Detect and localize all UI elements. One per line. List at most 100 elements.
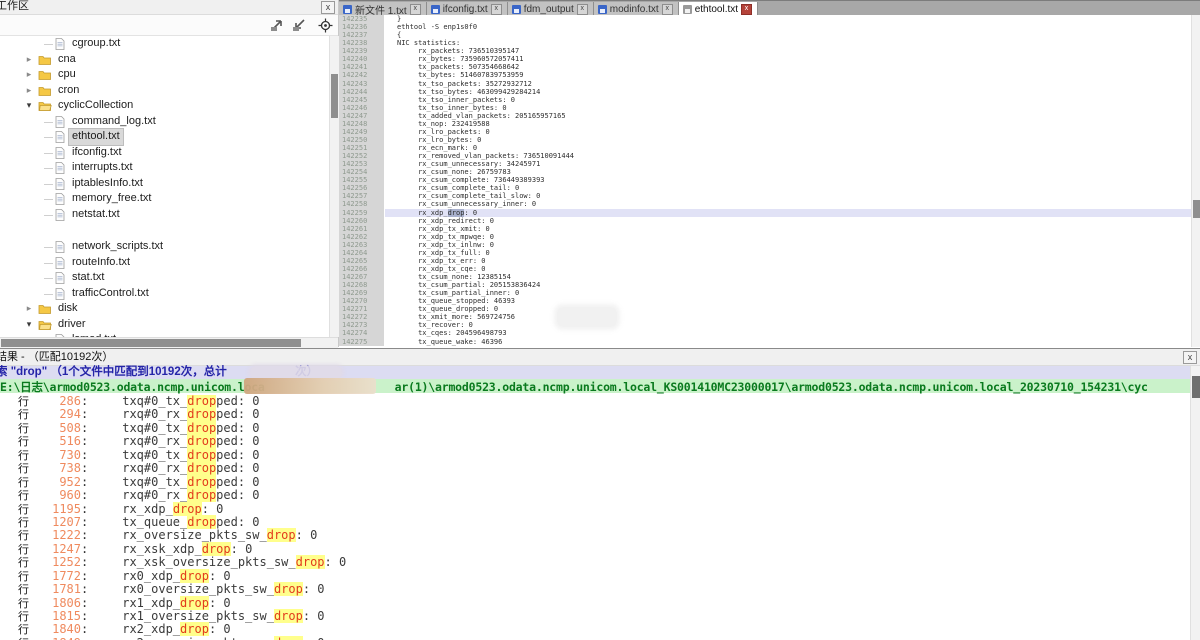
line-number: 142268 — [339, 281, 384, 289]
result-row-line-1247[interactable]: 行1247:rx_xsk_xdp_drop: 0 — [0, 543, 1200, 556]
tab-ifconfig-txt[interactable]: ifconfig.txtx — [427, 2, 508, 16]
tab-close-icon[interactable]: x — [741, 4, 752, 15]
result-row-line-1781[interactable]: 行1781:rx0_oversize_pkts_sw_drop: 0 — [0, 583, 1200, 596]
tree-item-label: disk — [55, 301, 81, 317]
result-row-line-294[interactable]: 行294:rxq#0_rx_dropped: 0 — [0, 408, 1200, 421]
tab-modinfo-txt[interactable]: modinfo.txtx — [594, 2, 679, 16]
result-row-line-1815[interactable]: 行1815:rx1_oversize_pkts_sw_drop: 0 — [0, 610, 1200, 623]
tree-item-cna[interactable]: ▸cna — [0, 52, 328, 68]
code-line: 142247 tx_added_vlan_packets: 2051659571… — [339, 112, 1191, 120]
result-text: rx_xsk_xdp_drop: 0 — [122, 543, 252, 556]
result-file-path-line[interactable]: E:\日志\armod0523.odata.ncmp.unicom.locaar… — [0, 379, 1200, 393]
result-row-line-738[interactable]: 行738:rxq#0_rx_dropped: 0 — [0, 462, 1200, 475]
editor-code-area[interactable]: 142235}142236ethtool -S enp1s0f0142237{1… — [339, 15, 1191, 347]
tab-fdm-output[interactable]: fdm_outputx — [508, 2, 594, 16]
tab--1-txt[interactable]: 新文件 1.txtx — [339, 2, 427, 16]
line-number: 142256 — [339, 184, 384, 192]
code-line: 142263 rx_xdp_tx_inlnw: 0 — [339, 241, 1191, 249]
code-line: 142242 tx_bytes: 514607839753959 — [339, 71, 1191, 79]
result-row-line-286[interactable]: 行286:txq#0_tx_dropped: 0 — [0, 395, 1200, 408]
results-close-button[interactable]: x — [1183, 351, 1197, 364]
result-row-line-730[interactable]: 行730:txq#0_tx_dropped: 0 — [0, 449, 1200, 462]
editor-vertical-scrollbar-thumb[interactable] — [1193, 200, 1200, 218]
tree-vertical-scrollbar-thumb[interactable] — [331, 74, 338, 118]
tree-item-cgroup-txt[interactable]: cgroup.txt — [0, 36, 328, 52]
code-line: 142262 rx_xdp_tx_mpwqe: 0 — [339, 233, 1191, 241]
code-line: 142235} — [339, 15, 1191, 23]
code-line: 142268 tx_csum_partial: 205153836424 — [339, 281, 1191, 289]
tree-vertical-scrollbar[interactable] — [329, 36, 339, 337]
tree-item-label: trafficControl.txt — [69, 286, 152, 302]
tab-ethtool-txt[interactable]: ethtool.txtx — [679, 2, 758, 16]
chevron-right-icon[interactable]: ▸ — [24, 301, 34, 317]
line-text: tx_tso_bytes: 463099429284214 — [384, 88, 540, 96]
tree-item-driver[interactable]: ▾driver — [0, 317, 328, 333]
tab-close-icon[interactable]: x — [410, 4, 421, 15]
tree-item-cron[interactable]: ▸cron — [0, 83, 328, 99]
locate-file-icon[interactable] — [318, 18, 334, 32]
folder-icon — [38, 54, 52, 66]
tree-guide-line — [44, 184, 53, 185]
tree-item-stat-txt[interactable]: stat.txt — [0, 270, 328, 286]
result-row-line-1207[interactable]: 行1207:tx_queue_dropped: 0 — [0, 516, 1200, 529]
tree-item-routeinfo-txt[interactable]: routeInfo.txt — [0, 255, 328, 271]
tree-item-netstat-txt[interactable]: netstat.txt — [0, 207, 328, 223]
code-line: 142266 rx_xdp_tx_cqe: 0 — [339, 265, 1191, 273]
tree-item-ifconfig-txt[interactable]: ifconfig.txt — [0, 145, 328, 161]
workspace-close-button[interactable]: x — [321, 1, 335, 14]
chevron-right-icon[interactable]: ▸ — [24, 83, 34, 99]
tree-item-cycliccollection[interactable]: ▾cyclicCollection — [0, 98, 328, 114]
result-row-line-1222[interactable]: 行1222:rx_oversize_pkts_sw_drop: 0 — [0, 529, 1200, 542]
line-text: tx_csum_none: 12385154 — [384, 273, 511, 281]
chevron-right-icon[interactable]: ▸ — [24, 52, 34, 68]
tree-horizontal-scrollbar-thumb[interactable] — [1, 339, 301, 347]
tree-item-iptablesinfo-txt[interactable]: iptablesInfo.txt — [0, 176, 328, 192]
tab-close-icon[interactable]: x — [491, 4, 502, 15]
line-number: 142260 — [339, 217, 384, 225]
tree-item-trafficcontrol-txt[interactable]: trafficControl.txt — [0, 286, 328, 302]
tree-item-memory-free-txt[interactable]: memory_free.txt — [0, 191, 328, 207]
tree-item-network-scripts-txt[interactable]: network_scripts.txt — [0, 239, 328, 255]
result-row-line-1195[interactable]: 行1195:rx_xdp_drop: 0 — [0, 503, 1200, 516]
collapse-all-icon[interactable] — [292, 18, 308, 32]
result-row-line-1806[interactable]: 行1806:rx1_xdp_drop: 0 — [0, 597, 1200, 610]
result-row-line-1252[interactable]: 行1252:rx_xsk_oversize_pkts_sw_drop: 0 — [0, 556, 1200, 569]
match-highlight: drop — [187, 395, 216, 408]
result-colon: : — [81, 569, 88, 583]
tree-item-command-log-txt[interactable]: command_log.txt — [0, 114, 328, 130]
chevron-down-icon[interactable]: ▾ — [24, 317, 34, 333]
line-number: 142274 — [339, 329, 384, 337]
tree-horizontal-scrollbar[interactable] — [0, 337, 338, 348]
tree-item-disk[interactable]: ▸ disk — [0, 301, 328, 317]
row-prefix: 行 — [18, 489, 29, 502]
result-row-line-516[interactable]: 行516:rxq#0_rx_dropped: 0 — [0, 435, 1200, 448]
tab-close-icon[interactable]: x — [662, 4, 673, 15]
chevron-down-icon[interactable]: ▾ — [24, 98, 34, 114]
tab-close-icon[interactable]: x — [577, 4, 588, 15]
tree-item-label: cgroup.txt — [69, 36, 123, 52]
result-row-line-1772[interactable]: 行1772:rx0_xdp_drop: 0 — [0, 570, 1200, 583]
tree-guide-line — [44, 263, 53, 264]
line-number: 142247 — [339, 112, 384, 120]
expand-all-icon[interactable] — [270, 18, 286, 32]
result-row-line-1840[interactable]: 行1840:rx2_xdp_drop: 0 — [0, 623, 1200, 636]
result-row-line-508[interactable]: 行508:txq#0_tx_dropped: 0 — [0, 422, 1200, 435]
line-number: 142251 — [339, 144, 384, 152]
result-file-path-post: ar(1)\armod0523.odata.ncmp.unicom.local_… — [395, 380, 1148, 394]
row-prefix: 行 — [18, 449, 29, 462]
application-window: 工作区 x cgroup.txt▸cna▸cpu▸cron▾cyclicColl… — [0, 0, 1200, 640]
tree-item-interrupts-txt[interactable]: interrupts.txt — [0, 160, 328, 176]
chevron-right-icon[interactable]: ▸ — [24, 67, 34, 83]
result-line-number: 1222 — [29, 529, 81, 542]
editor-vertical-scrollbar[interactable] — [1191, 15, 1200, 347]
folder-open-icon — [38, 319, 52, 331]
tree-item-ethtool-txt[interactable]: ethtool.txt — [0, 129, 328, 145]
code-line: 142267 tx_csum_none: 12385154 — [339, 273, 1191, 281]
results-title: 结果 - （匹配10192次） — [0, 349, 113, 365]
tree-item-cpu[interactable]: ▸cpu — [0, 67, 328, 83]
file-icon — [55, 162, 65, 174]
result-row-line-960[interactable]: 行960:rxq#0_rx_dropped: 0 — [0, 489, 1200, 502]
result-row-line-952[interactable]: 行952:txq#0_tx_dropped: 0 — [0, 476, 1200, 489]
line-text: tx_queue_wake: 46396 — [384, 338, 502, 346]
result-line-number: 1252 — [29, 556, 81, 569]
